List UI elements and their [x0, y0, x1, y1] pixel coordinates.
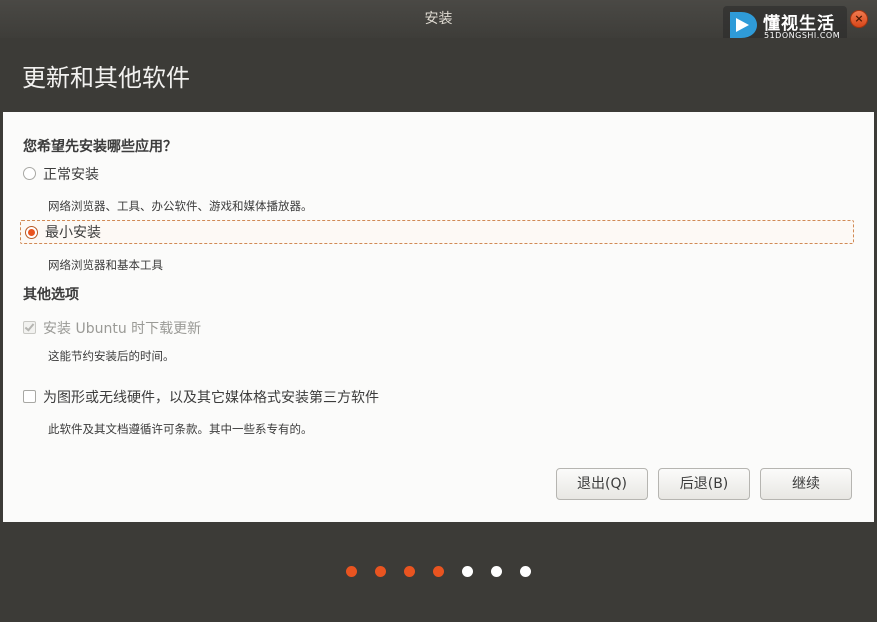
third-party-description: 此软件及其文档遵循许可条款。其中一些系专有的。	[48, 422, 313, 436]
progress-dot	[462, 566, 473, 577]
progress-dot	[404, 566, 415, 577]
download-updates-label: 安装 Ubuntu 时下载更新	[43, 320, 202, 337]
minimal-install-option[interactable]: 最小安装	[20, 220, 854, 244]
download-updates-description: 这能节约安装后的时间。	[48, 349, 175, 363]
progress-dot	[520, 566, 531, 577]
download-updates-checkbox[interactable]	[23, 321, 36, 334]
third-party-checkbox[interactable]	[23, 390, 36, 403]
progress-dot	[491, 566, 502, 577]
download-updates-option[interactable]: 安装 Ubuntu 时下载更新	[23, 316, 201, 339]
watermark-logo-icon	[730, 12, 757, 38]
normal-install-label: 正常安装	[43, 166, 99, 183]
back-button[interactable]: 后退(B)	[658, 468, 750, 500]
continue-button[interactable]: 继续	[760, 468, 852, 500]
close-button[interactable]: ×	[850, 10, 868, 28]
install-question: 您希望先安装哪些应用？	[23, 139, 177, 155]
progress-dot	[375, 566, 386, 577]
window-title: 安装	[424, 11, 453, 27]
normal-install-option[interactable]: 正常安装	[23, 162, 99, 185]
page-title: 更新和其他软件	[22, 64, 190, 92]
minimal-install-description: 网络浏览器和基本工具	[48, 258, 163, 272]
page-header: 更新和其他软件	[0, 38, 877, 112]
progress-footer	[0, 522, 877, 622]
normal-install-radio[interactable]	[23, 167, 36, 180]
progress-dot	[346, 566, 357, 577]
quit-button[interactable]: 退出(Q)	[556, 468, 648, 500]
minimal-install-label: 最小安装	[45, 225, 101, 241]
close-icon: ×	[854, 12, 864, 25]
other-options-title: 其他选项	[23, 287, 79, 303]
third-party-option[interactable]: 为图形或无线硬件，以及其它媒体格式安装第三方软件	[23, 385, 379, 408]
normal-install-description: 网络浏览器、工具、办公软件、游戏和媒体播放器。	[48, 199, 313, 213]
progress-dot	[433, 566, 444, 577]
minimal-install-radio[interactable]	[25, 225, 38, 239]
content-panel: 您希望先安装哪些应用？ 正常安装 网络浏览器、工具、办公软件、游戏和媒体播放器。…	[0, 112, 877, 522]
third-party-label: 为图形或无线硬件，以及其它媒体格式安装第三方软件	[43, 389, 379, 406]
